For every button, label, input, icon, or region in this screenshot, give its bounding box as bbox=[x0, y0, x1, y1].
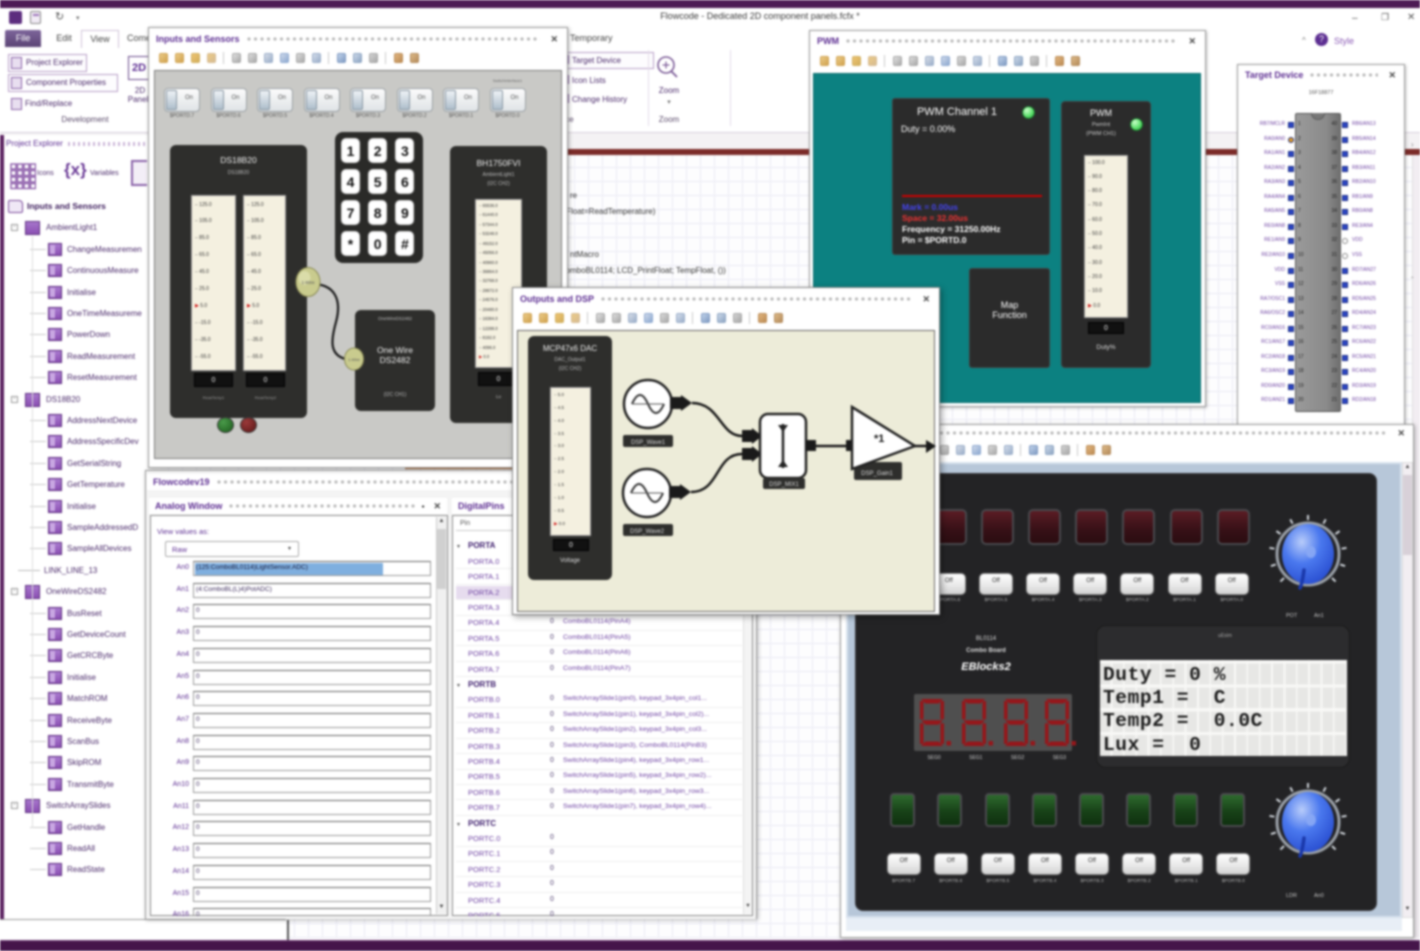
svg-text:DSP_Wave2: DSP_Wave2 bbox=[630, 529, 665, 535]
svg-text:1-Wire: 1-Wire bbox=[348, 357, 361, 362]
svg-text:1-Wire: 1-Wire bbox=[301, 280, 315, 285]
svg-text:DSP_Gain1: DSP_Gain1 bbox=[861, 471, 893, 477]
svg-text:DSP_MIX1: DSP_MIX1 bbox=[769, 482, 799, 488]
svg-text:*1: *1 bbox=[874, 433, 884, 445]
svg-text:DSP_Wave1: DSP_Wave1 bbox=[631, 440, 666, 446]
